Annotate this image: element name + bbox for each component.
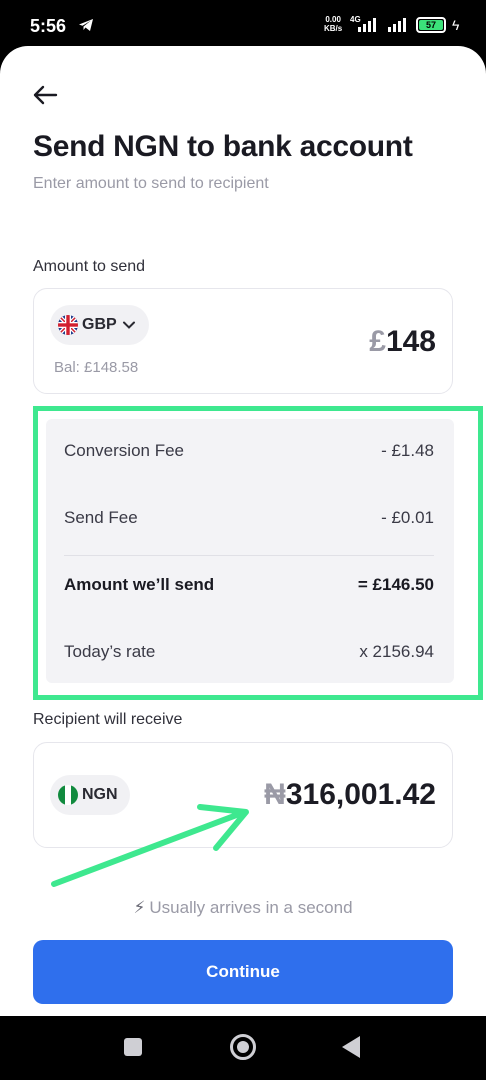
battery-level: 57 xyxy=(419,20,443,30)
system-back-button[interactable] xyxy=(342,1036,360,1058)
recents-button[interactable] xyxy=(124,1038,142,1056)
fee-row-send: Send Fee - £0.01 xyxy=(64,508,434,528)
fee-label: Send Fee xyxy=(64,508,138,527)
fee-row-amount-sent: Amount we’ll send = £146.50 xyxy=(64,575,434,595)
receive-amount: ₦316,001.42 xyxy=(264,778,436,812)
amount-to-send-label: Amount to send xyxy=(33,258,146,275)
send-amount-input[interactable]: £148 xyxy=(369,325,436,359)
signal-icon xyxy=(358,18,376,32)
send-currency-code: GBP xyxy=(82,316,117,333)
fees-highlight-box: Conversion Fee - £1.48 Send Fee - £0.01 … xyxy=(33,406,483,700)
eta-text: Usually arrives in a second xyxy=(149,898,353,917)
home-button[interactable] xyxy=(230,1034,256,1060)
recipient-receive-label: Recipient will receive xyxy=(33,711,183,728)
page-subtitle: Enter amount to send to recipient xyxy=(33,175,269,192)
status-time: 5:56 xyxy=(30,16,67,36)
fees-breakdown: Conversion Fee - £1.48 Send Fee - £0.01 … xyxy=(46,419,454,683)
fee-value: - £1.48 xyxy=(381,441,434,460)
divider xyxy=(64,555,434,556)
telegram-icon xyxy=(79,19,93,31)
page-title: Send NGN to bank account xyxy=(33,130,413,163)
continue-button[interactable]: Continue xyxy=(33,940,453,1004)
receive-currency-symbol: ₦ xyxy=(264,778,286,811)
fee-label: Conversion Fee xyxy=(64,441,185,460)
fee-value: = £146.50 xyxy=(357,575,434,594)
balance-text: Bal: £148.58 xyxy=(54,359,139,376)
network-speed: 0.00 KB/s xyxy=(324,15,343,33)
send-amount-value: 148 xyxy=(385,325,436,358)
lightning-icon: ⚡ xyxy=(133,898,146,917)
arrival-eta: ⚡ Usually arrives in a second xyxy=(0,898,486,918)
charging-icon: ϟ xyxy=(452,17,460,33)
receive-currency-code: NGN xyxy=(82,786,118,803)
status-bar: 5:56 0.00 KB/s 4G 57 ϟ xyxy=(0,0,486,52)
nigeria-flag-icon xyxy=(58,785,78,805)
send-money-sheet: Send NGN to bank account Enter amount to… xyxy=(0,46,486,1016)
fee-row-rate: Today’s rate x 2156.94 xyxy=(64,642,434,662)
battery-icon: 57 xyxy=(416,17,446,33)
fee-label: Amount we’ll send xyxy=(64,575,215,594)
system-nav-bar xyxy=(0,1016,486,1080)
send-currency-symbol: £ xyxy=(369,325,386,358)
fee-value: x 2156.94 xyxy=(359,642,434,661)
receive-currency-pill: NGN xyxy=(50,775,130,815)
chevron-down-icon xyxy=(122,321,135,329)
uk-flag-icon xyxy=(58,315,78,335)
send-amount-card[interactable]: GBP Bal: £148.58 £148 xyxy=(33,288,453,394)
receive-amount-value: 316,001.42 xyxy=(285,778,436,811)
receive-amount-card: NGN ₦316,001.42 xyxy=(33,742,453,848)
fee-label: Today’s rate xyxy=(64,642,156,661)
back-arrow-icon[interactable] xyxy=(30,82,60,108)
signal-icon-2 xyxy=(388,18,406,32)
fee-value: - £0.01 xyxy=(381,508,434,527)
fee-row-conversion: Conversion Fee - £1.48 xyxy=(64,441,434,461)
send-currency-selector[interactable]: GBP xyxy=(50,305,149,345)
